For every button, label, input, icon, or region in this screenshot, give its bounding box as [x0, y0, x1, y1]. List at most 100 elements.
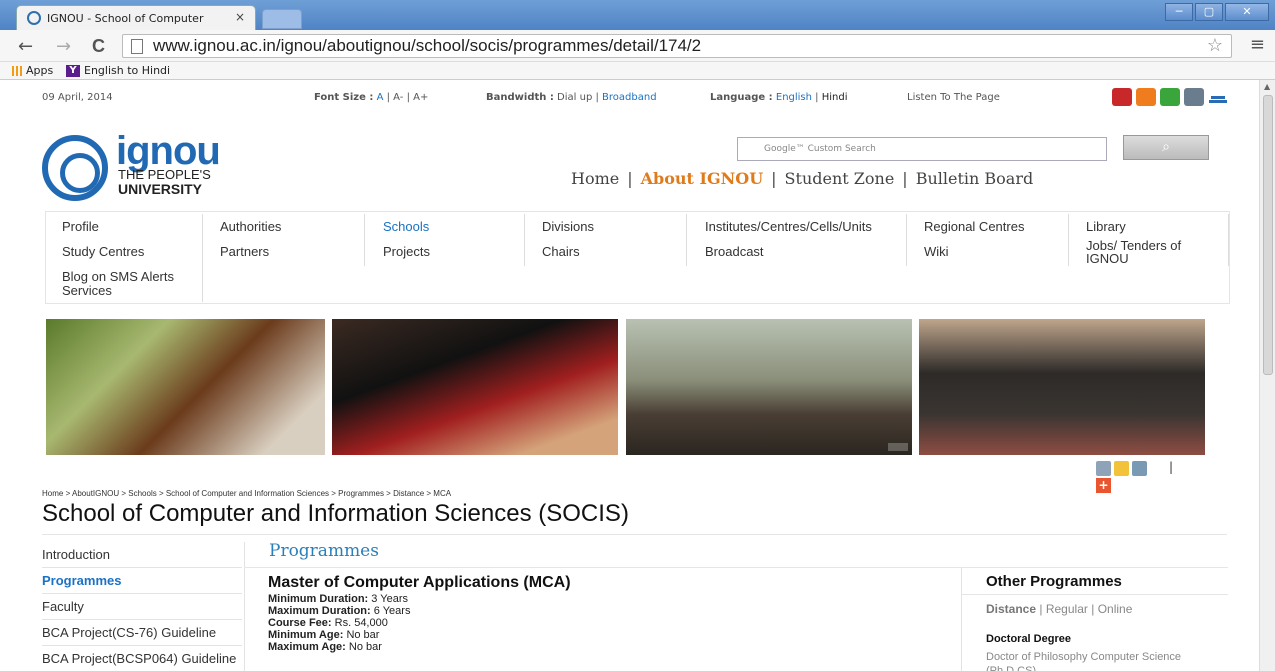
forward-arrow-icon[interactable]: →: [56, 36, 71, 57]
hindi-link[interactable]: Hindi: [822, 92, 848, 103]
subnav-regional-centres[interactable]: Regional Centres: [924, 219, 1024, 234]
english-link[interactable]: English: [776, 92, 812, 103]
chat-icon[interactable]: [1160, 88, 1180, 106]
sidebar-item-bca-project-cs76[interactable]: BCA Project(CS-76) Guideline: [42, 620, 242, 646]
minimize-button[interactable]: ─: [1165, 3, 1193, 21]
font-size-normal[interactable]: A: [377, 92, 384, 103]
browser-toolbar: ← → C www.ignou.ac.in/ignou/aboutignou/s…: [0, 30, 1275, 62]
divider: [244, 567, 1228, 568]
rss-icon[interactable]: [1136, 88, 1156, 106]
subnav-projects[interactable]: Projects: [383, 244, 430, 259]
window-controls: ─ ▢ ✕: [1165, 3, 1269, 21]
detail-value: No bar: [348, 641, 382, 653]
phd-computer-science-link[interactable]: Doctor of Philosophy Computer Science (P…: [986, 650, 1216, 671]
nav-home[interactable]: Home: [571, 169, 619, 188]
subnav-institutes[interactable]: Institutes/Centres/Cells/Units: [705, 219, 872, 234]
email-icon[interactable]: [1096, 461, 1111, 476]
detail-value: Rs. 54,000: [334, 617, 388, 629]
sidebar-item-introduction[interactable]: Introduction: [42, 542, 242, 568]
detail-row: Maximum Age: No bar: [268, 641, 410, 653]
tab-close-icon[interactable]: ×: [235, 10, 245, 24]
subnav-sms-alerts[interactable]: Blog on SMS Alerts: [62, 269, 174, 284]
subnav-wiki[interactable]: Wiki: [924, 244, 949, 259]
url-text: www.ignou.ac.in/ignou/aboutignou/school/…: [153, 36, 702, 55]
nav-student-zone[interactable]: Student Zone: [785, 169, 895, 188]
banner-image-vc-office: [46, 319, 325, 455]
dialup-link[interactable]: Dial up: [557, 92, 592, 103]
language-controls: Language : English | Hindi: [710, 92, 848, 103]
font-size-label: Font Size :: [314, 92, 374, 103]
main-navigation: Home | About IGNOU | Student Zone | Bulletin B…: [571, 169, 1033, 188]
print-icon[interactable]: [1132, 461, 1147, 476]
divider: [961, 568, 962, 671]
sidebar-item-programmes[interactable]: Programmes: [42, 568, 242, 594]
font-size-controls: Font Size : A | A- | A+: [314, 92, 429, 103]
nav-separator: |: [902, 169, 908, 188]
regular-link[interactable]: Regular: [1046, 602, 1088, 616]
nav-bulletin-board[interactable]: Bulletin Board: [916, 169, 1034, 188]
address-bar[interactable]: www.ignou.ac.in/ignou/aboutignou/school/…: [122, 34, 1232, 58]
subnav-study-centres[interactable]: Study Centres: [62, 244, 144, 259]
detail-row: Maximum Duration: 6 Years: [268, 605, 410, 617]
detail-value: 6 Years: [373, 605, 411, 617]
subnav-sms-alerts-line2[interactable]: Services: [62, 283, 112, 298]
subnav-authorities[interactable]: Authorities: [220, 219, 281, 234]
bookmark-apps[interactable]: Apps: [12, 64, 53, 77]
sidebar-item-bca-project-bcsp064[interactable]: BCA Project(BCSP064) Guideline: [42, 646, 242, 671]
detail-label: Course Fee:: [268, 617, 332, 629]
back-arrow-icon[interactable]: ←: [18, 36, 33, 57]
browser-tab[interactable]: IGNOU - School of Computer ×: [16, 5, 256, 30]
nav-separator: |: [627, 169, 633, 188]
scrollbar-thumb[interactable]: [1263, 95, 1273, 375]
new-tab-button[interactable]: [262, 9, 302, 29]
subnav-divisions[interactable]: Divisions: [542, 219, 594, 234]
distance-link[interactable]: Distance: [986, 602, 1036, 616]
logo-tagline-1: THE PEOPLE'S: [118, 167, 211, 182]
sidebar-item-faculty[interactable]: Faculty: [42, 594, 242, 620]
bookmark-label: Apps: [26, 64, 54, 77]
search-button[interactable]: ⌕: [1123, 135, 1209, 160]
maximize-button[interactable]: ▢: [1195, 3, 1223, 21]
font-size-increase[interactable]: A+: [413, 92, 428, 103]
add-plus-icon[interactable]: +: [1096, 478, 1111, 493]
browser-titlebar: IGNOU - School of Computer × ─ ▢ ✕: [0, 0, 1275, 30]
other-programmes-links: Distance | Regular | Online: [986, 602, 1132, 616]
subnav-library[interactable]: Library: [1086, 219, 1126, 234]
page-icon: [131, 39, 143, 54]
page-scrollbar[interactable]: ▲: [1259, 80, 1275, 671]
search-input[interactable]: Google™ Custom Search: [737, 137, 1107, 161]
broadband-link[interactable]: Broadband: [602, 92, 657, 103]
other-programmes-heading: Other Programmes: [986, 573, 1122, 590]
subnav-schools[interactable]: Schools: [383, 219, 429, 234]
bookmark-english-to-hindi[interactable]: Y English to Hindi: [66, 64, 170, 77]
nav-about-ignou[interactable]: About IGNOU: [641, 169, 764, 188]
bandwidth-label: Bandwidth :: [486, 92, 554, 103]
close-window-button[interactable]: ✕: [1225, 3, 1269, 21]
font-size-decrease[interactable]: A-: [393, 92, 403, 103]
subnav-chairs[interactable]: Chairs: [542, 244, 580, 259]
scroll-up-arrow-icon[interactable]: ▲: [1264, 82, 1270, 91]
section-heading: Programmes: [269, 541, 379, 561]
ignou-logo[interactable]: ignou THE PEOPLE'S UNIVERSITY: [42, 129, 272, 203]
browser-menu-icon[interactable]: ≡: [1250, 34, 1265, 55]
subnav-broadcast[interactable]: Broadcast: [705, 244, 764, 259]
sitemap-icon[interactable]: [1208, 88, 1228, 106]
youtube-icon[interactable]: [1112, 88, 1132, 106]
breadcrumb[interactable]: Home > AboutIGNOU > Schools > School of …: [42, 489, 451, 498]
bookmark-star-icon[interactable]: ☆: [1207, 35, 1223, 56]
reload-icon[interactable]: C: [92, 36, 105, 57]
subnav-partners[interactable]: Partners: [220, 244, 269, 259]
left-sidebar: Introduction Programmes Faculty BCA Proj…: [42, 542, 242, 671]
bandwidth-controls: Bandwidth : Dial up | Broadband: [486, 92, 657, 103]
sub-navigation: Profile Authorities Schools Divisions In…: [45, 211, 1230, 304]
subnav-jobs-tenders-line2[interactable]: IGNOU: [1086, 251, 1129, 266]
online-link[interactable]: Online: [1098, 602, 1133, 616]
detail-label: Minimum Age:: [268, 629, 344, 641]
book-icon[interactable]: [1184, 88, 1204, 106]
language-label: Language :: [710, 92, 773, 103]
favorite-star-icon[interactable]: [1114, 461, 1129, 476]
tab-title: IGNOU - School of Computer: [47, 12, 204, 25]
subnav-profile[interactable]: Profile: [62, 219, 99, 234]
detail-label: Minimum Duration:: [268, 593, 369, 605]
listen-link[interactable]: Listen To The Page: [907, 92, 1000, 103]
